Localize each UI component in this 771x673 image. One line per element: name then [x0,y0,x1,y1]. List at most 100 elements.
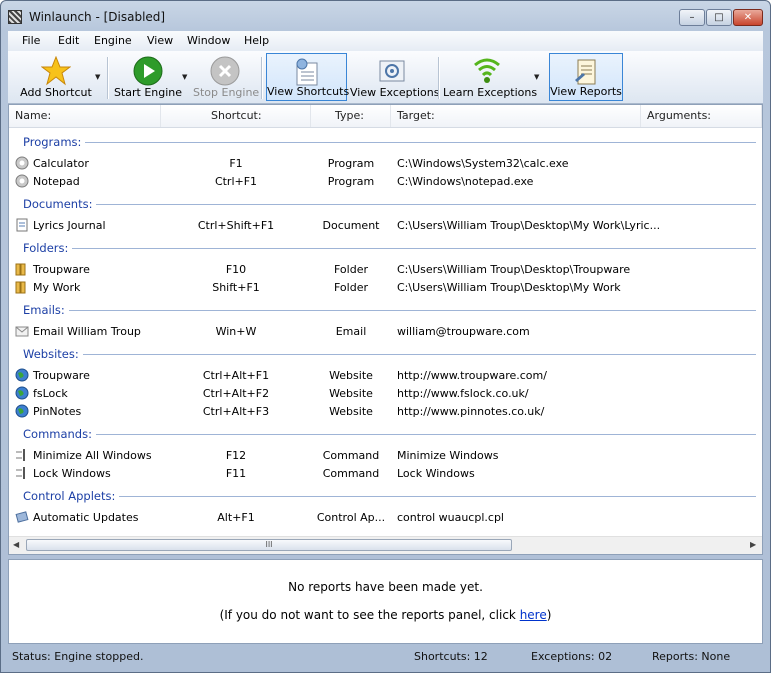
item-name: Troupware [33,369,90,382]
menu-edit[interactable]: Edit [58,34,79,47]
item-type: Folder [334,281,368,294]
group-header: Folders: [9,241,762,255]
toolbar-separator [438,57,440,99]
view-shortcuts-button[interactable]: View Shortcuts [266,53,349,101]
folder-icon [15,281,26,294]
minimize-button[interactable]: – [679,9,705,26]
list-item[interactable]: Troupware F10 Folder C:\Users\William Troup… [9,261,762,279]
learn-exceptions-dropdown[interactable]: ▼ [534,73,539,81]
title-bar[interactable]: Winlaunch - [Disabled] – □ ✕ [1,1,770,31]
item-shortcut: F10 [225,263,247,276]
item-type: Control Ap... [316,511,386,524]
column-arguments[interactable]: Arguments: [641,105,762,127]
group-name: Emails: [23,303,69,317]
group-name: Folders: [23,241,73,255]
shortcuts-list[interactable]: Name: Shortcut: Type: Target: Arguments:… [8,104,763,555]
column-shortcut[interactable]: Shortcut: [161,105,311,127]
scroll-right-arrow[interactable]: ▶ [750,540,756,549]
toolbar-separator [261,57,263,99]
maximize-button[interactable]: □ [706,9,732,26]
reports-hint: (If you do not want to see the reports p… [219,608,552,622]
item-target: C:\Windows\System32\calc.exe [397,157,569,170]
group-header: Control Applets: [9,489,762,503]
view-reports-button[interactable]: View Reports [549,53,623,101]
menu-bar: File Edit Engine View Window Help [8,31,763,51]
hide-reports-link[interactable]: here [520,608,547,622]
add-shortcut-button[interactable]: Add Shortcut [14,53,98,101]
list-item[interactable]: Minimize All Windows F12 Command Minimize W… [9,447,762,465]
item-type: Document [322,219,380,232]
list-item[interactable]: Notepad Ctrl+F1 Program C:\Windows\notepad.… [9,173,762,191]
app-icon[interactable] [8,10,22,24]
item-name: Email William Troup [33,325,141,338]
signal-icon [474,58,500,83]
item-shortcut: Ctrl+Alt+F1 [202,369,270,382]
item-shortcut: Win+W [215,325,257,338]
list-item[interactable]: Lyrics Journal Ctrl+Shift+F1 Document C:\Us… [9,217,762,235]
item-shortcut: Shift+F1 [212,281,260,294]
close-button[interactable]: ✕ [733,9,763,26]
item-name: Minimize All Windows [33,449,152,462]
group-divider [23,496,756,497]
group-divider [23,204,756,205]
list-item[interactable]: Troupware Ctrl+Alt+F1 Website http://www.tr… [9,367,762,385]
item-target: C:\Windows\notepad.exe [397,175,534,188]
learn-exceptions-button[interactable]: Learn Exceptions [443,53,537,101]
item-type: Program [327,175,375,188]
scrollbar-thumb[interactable]: III [26,539,512,551]
view-exceptions-button[interactable]: View Exceptions [350,53,439,101]
item-type: Program [327,157,375,170]
group-divider [23,434,756,435]
list-item[interactable]: fsLock Ctrl+Alt+F2 Website http://www.fsloc… [9,385,762,403]
item-shortcut: F1 [229,157,243,170]
item-type: Command [322,467,380,480]
item-name: Notepad [33,175,80,188]
item-name: Automatic Updates [33,511,139,524]
menu-engine[interactable]: Engine [94,34,132,47]
item-type: Folder [334,263,368,276]
group-header: Websites: [9,347,762,361]
menu-view[interactable]: View [147,34,173,47]
list-item[interactable]: Automatic Updates Alt+F1 Control Ap... cont… [9,509,762,527]
item-shortcut: F12 [225,449,247,462]
item-target: control wuaucpl.cpl [397,511,504,524]
list-item[interactable]: Email William Troup Win+W Email william@tro… [9,323,762,341]
menu-file[interactable]: File [22,34,40,47]
globe-icon [15,404,29,418]
column-name[interactable]: Name: [9,105,161,127]
email-icon [15,326,29,337]
group-name: Programs: [23,135,86,149]
play-icon [133,56,163,86]
item-name: Troupware [33,263,90,276]
item-target: william@troupware.com [397,325,530,338]
list-item[interactable]: My Work Shift+F1 Folder C:\Users\William Tr… [9,279,762,297]
start-engine-button[interactable]: Start Engine [112,53,184,101]
star-icon [41,56,71,86]
scroll-left-arrow[interactable]: ◀ [13,540,19,549]
item-target: C:\Users\William Troup\Desktop\My Work\L… [397,219,661,232]
column-type[interactable]: Type: [311,105,391,127]
globe-icon [15,386,29,400]
toolbar: Add Shortcut ▼ Start Engine ▼ Stop Engin… [8,51,763,104]
item-shortcut: Ctrl+Alt+F3 [202,405,270,418]
group-header: Programs: [9,135,762,149]
group-divider [23,354,756,355]
list-item[interactable]: Calculator F1 Program C:\Windows\System32\c… [9,155,762,173]
start-engine-dropdown[interactable]: ▼ [182,73,187,81]
menu-window[interactable]: Window [187,34,230,47]
menu-help[interactable]: Help [244,34,269,47]
item-target: Minimize Windows [397,449,499,462]
item-target: http://www.pinnotes.co.uk/ [397,405,545,418]
item-type: Website [329,405,373,418]
group-divider [23,310,756,311]
horizontal-scrollbar[interactable]: ◀ III ▶ [9,536,762,554]
item-target: Lock Windows [397,467,475,480]
item-name: Calculator [33,157,89,170]
item-type: Website [329,387,373,400]
item-name: Lyrics Journal [33,219,106,232]
list-item[interactable]: Lock Windows F11 Command Lock Windows [9,465,762,483]
add-shortcut-dropdown[interactable]: ▼ [95,73,100,81]
stop-engine-button[interactable]: Stop Engine [193,53,259,101]
list-item[interactable]: PinNotes Ctrl+Alt+F3 Website http://www.pin… [9,403,762,421]
column-target[interactable]: Target: [391,105,641,127]
